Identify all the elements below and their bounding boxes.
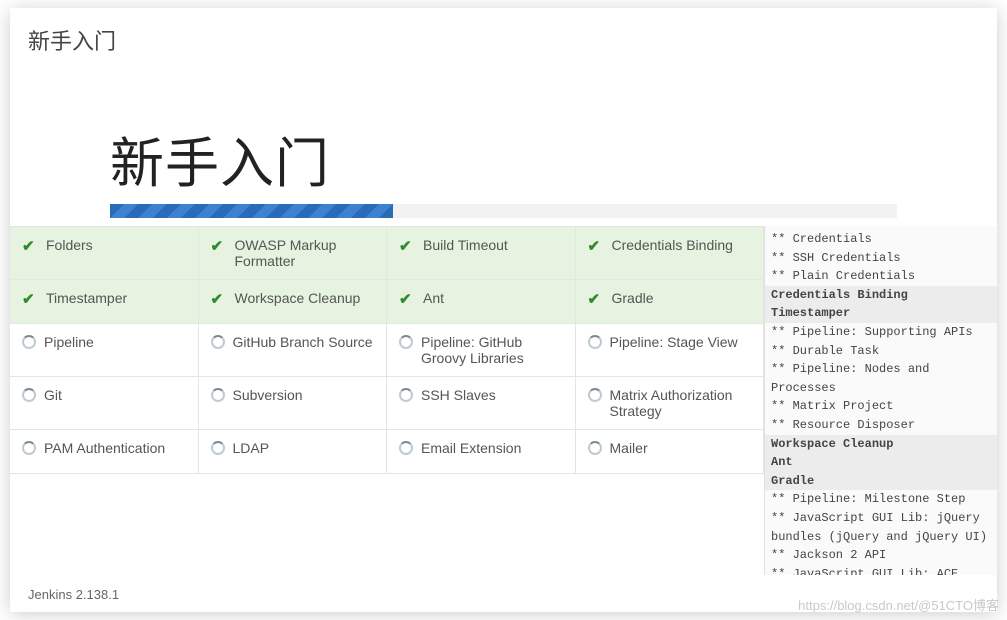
title-area: 新手入门 bbox=[10, 64, 997, 198]
body-row: Folders OWASP Markup Formatter Build Timeo… bbox=[10, 226, 997, 575]
log-line: ** JavaScript GUI Lib: ACE Editor bundle bbox=[771, 565, 991, 575]
spinner-icon bbox=[588, 335, 602, 349]
log-line: Ant bbox=[765, 453, 997, 472]
log-line: ** Credentials bbox=[771, 230, 991, 249]
check-icon bbox=[211, 238, 227, 254]
plugin-cell: Pipeline bbox=[10, 324, 199, 377]
log-line: ** Plain Credentials bbox=[771, 267, 991, 286]
plugin-cell: Workspace Cleanup bbox=[199, 280, 388, 324]
plugin-cell: Matrix Authorization Strategy bbox=[576, 377, 765, 430]
plugin-cell: Ant bbox=[387, 280, 576, 324]
log-line: Credentials Binding bbox=[765, 286, 997, 305]
plugin-label: OWASP Markup Formatter bbox=[235, 237, 375, 269]
plugin-cell: Email Extension bbox=[387, 430, 576, 474]
progress-track bbox=[110, 204, 897, 218]
check-icon bbox=[588, 291, 604, 307]
check-icon bbox=[22, 291, 38, 307]
watermark: https://blog.csdn.net/@51CTO博客 bbox=[798, 595, 999, 614]
spinner-icon bbox=[211, 335, 225, 349]
plugin-label: Workspace Cleanup bbox=[235, 290, 361, 306]
spinner-icon bbox=[399, 388, 413, 402]
spinner-icon bbox=[588, 441, 602, 455]
spinner-icon bbox=[588, 388, 602, 402]
page-title: 新手入门 bbox=[110, 119, 997, 198]
plugin-label: Pipeline: Stage View bbox=[610, 334, 738, 350]
plugin-label: Matrix Authorization Strategy bbox=[610, 387, 752, 419]
plugin-cell: Build Timeout bbox=[387, 227, 576, 280]
log-line: ** Pipeline: Milestone Step bbox=[771, 490, 991, 509]
plugin-label: Build Timeout bbox=[423, 237, 508, 253]
log-line: ** Matrix Project bbox=[771, 397, 991, 416]
log-line: ** Pipeline: Supporting APIs bbox=[771, 323, 991, 342]
plugin-label: Email Extension bbox=[421, 440, 521, 456]
spinner-icon bbox=[211, 441, 225, 455]
plugin-label: Folders bbox=[46, 237, 93, 253]
spinner-icon bbox=[211, 388, 225, 402]
log-line: ** JavaScript GUI Lib: jQuery bundles (j… bbox=[771, 509, 991, 546]
content-area: 新手入门 Folders OWASP Markup Formatter Build … bbox=[10, 64, 997, 575]
plugin-label: GitHub Branch Source bbox=[233, 334, 373, 350]
check-icon bbox=[399, 238, 415, 254]
plugin-label: Mailer bbox=[610, 440, 648, 456]
check-icon bbox=[588, 238, 604, 254]
setup-wizard-modal: 新手入门 新手入门 Folders OWASP Markup Formatter B… bbox=[10, 8, 997, 612]
log-line: ** Durable Task bbox=[771, 342, 991, 361]
spinner-icon bbox=[399, 441, 413, 455]
plugin-label: Pipeline bbox=[44, 334, 94, 350]
log-line: ** SSH Credentials bbox=[771, 249, 991, 268]
spinner-icon bbox=[22, 335, 36, 349]
plugin-label: SSH Slaves bbox=[421, 387, 496, 403]
plugin-cell: LDAP bbox=[199, 430, 388, 474]
log-line: Workspace Cleanup bbox=[765, 435, 997, 454]
plugin-cell: Folders bbox=[10, 227, 199, 280]
plugin-label: Timestamper bbox=[46, 290, 127, 306]
plugin-cell: Gradle bbox=[576, 280, 765, 324]
log-line: Timestamper bbox=[765, 304, 997, 323]
plugin-label: Gradle bbox=[612, 290, 654, 306]
spinner-icon bbox=[22, 441, 36, 455]
plugin-label: Subversion bbox=[233, 387, 303, 403]
plugin-cell: Pipeline: GitHub Groovy Libraries bbox=[387, 324, 576, 377]
plugin-cell: OWASP Markup Formatter bbox=[199, 227, 388, 280]
plugin-cell: Mailer bbox=[576, 430, 765, 474]
plugin-cell: Pipeline: Stage View bbox=[576, 324, 765, 377]
plugin-cell: Git bbox=[10, 377, 199, 430]
log-line: ** Jackson 2 API bbox=[771, 546, 991, 565]
plugin-grid: Folders OWASP Markup Formatter Build Timeo… bbox=[10, 226, 764, 575]
plugin-label: Ant bbox=[423, 290, 444, 306]
log-line: Gradle bbox=[765, 472, 997, 491]
progress-bar bbox=[110, 204, 393, 218]
plugin-label: LDAP bbox=[233, 440, 270, 456]
spinner-icon bbox=[22, 388, 36, 402]
plugin-cell: PAM Authentication bbox=[10, 430, 199, 474]
log-line: ** Pipeline: Nodes and Processes bbox=[771, 360, 991, 397]
check-icon bbox=[22, 238, 38, 254]
plugin-cell: Timestamper bbox=[10, 280, 199, 324]
plugin-label: Pipeline: GitHub Groovy Libraries bbox=[421, 334, 563, 366]
spinner-icon bbox=[399, 335, 413, 349]
plugin-label: PAM Authentication bbox=[44, 440, 165, 456]
plugin-cell: GitHub Branch Source bbox=[199, 324, 388, 377]
modal-header-title: 新手入门 bbox=[10, 8, 997, 64]
check-icon bbox=[399, 291, 415, 307]
plugin-cell: Credentials Binding bbox=[576, 227, 765, 280]
plugin-label: Credentials Binding bbox=[612, 237, 733, 253]
check-icon bbox=[211, 291, 227, 307]
log-line: ** Resource Disposer bbox=[771, 416, 991, 435]
plugin-cell: Subversion bbox=[199, 377, 388, 430]
plugin-cell: SSH Slaves bbox=[387, 377, 576, 430]
plugin-label: Git bbox=[44, 387, 62, 403]
install-log-panel[interactable]: ** Credentials** SSH Credentials** Plain… bbox=[764, 226, 997, 575]
